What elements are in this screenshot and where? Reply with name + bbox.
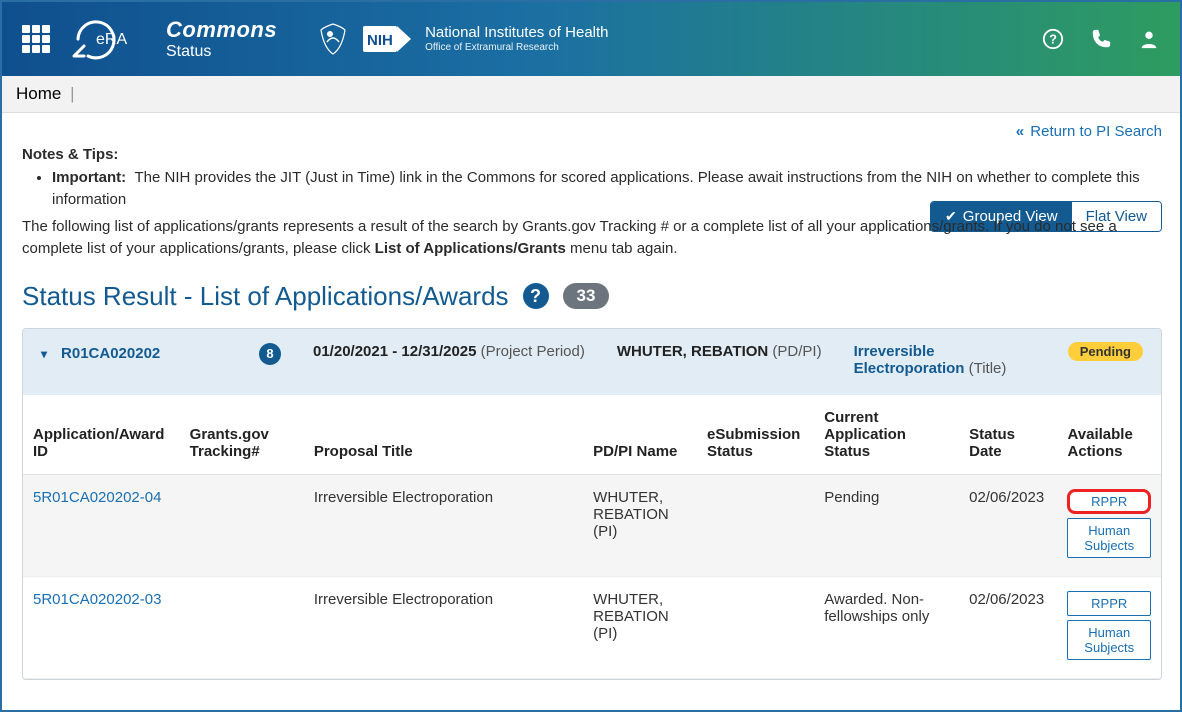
notes-para-2: menu tab again. bbox=[566, 240, 678, 257]
table-row: 5R01CA020202-04 Irreversible Electropora… bbox=[23, 474, 1161, 576]
notes-paragraph: The following list of applications/grant… bbox=[22, 216, 1162, 261]
notes-bullet-strong: Important: bbox=[52, 169, 126, 186]
breadcrumb-bar: Home | bbox=[2, 76, 1180, 113]
brand-name: Commons bbox=[166, 17, 277, 43]
hhs-icon bbox=[317, 22, 349, 56]
brand-block: Commons Status bbox=[166, 17, 277, 61]
applications-table: Application/Award ID Grants.gov Tracking… bbox=[23, 395, 1161, 679]
grant-group-header[interactable]: ▾ R01CA020202 8 01/20/2021 - 12/31/2025 … bbox=[23, 329, 1161, 395]
svg-text:?: ? bbox=[1049, 32, 1057, 47]
cell-title: Irreversible Electroporation bbox=[304, 474, 583, 576]
help-icon[interactable]: ? bbox=[1042, 28, 1064, 50]
col-date: Status Date bbox=[959, 395, 1057, 475]
chevron-left-icon: « bbox=[1016, 123, 1024, 140]
cell-esub bbox=[697, 474, 814, 576]
col-title: Proposal Title bbox=[304, 395, 583, 475]
col-tracking: Grants.gov Tracking# bbox=[180, 395, 304, 475]
action-button[interactable]: Human Subjects bbox=[1067, 620, 1151, 660]
group-pi-name: WHUTER, REBATION bbox=[617, 343, 768, 360]
cell-appstatus: Pending bbox=[814, 474, 959, 576]
hhs-nih-block: NIH National Institutes of Health Office… bbox=[317, 22, 608, 56]
app-id-link[interactable]: 5R01CA020202-03 bbox=[33, 591, 161, 608]
status-badge: Pending bbox=[1068, 342, 1143, 361]
col-app-id: Application/Award ID bbox=[23, 395, 180, 475]
brand-sub: Status bbox=[166, 43, 277, 61]
cell-appstatus: Awarded. Non-fellowships only bbox=[814, 576, 959, 678]
cell-title: Irreversible Electroporation bbox=[304, 576, 583, 678]
group-pi: WHUTER, REBATION (PD/PI) bbox=[617, 343, 822, 360]
actions-cell: RPPR Human Subjects bbox=[1067, 489, 1151, 558]
group-title: Irreversible Electroporation (Title) bbox=[854, 343, 1036, 377]
phone-icon[interactable] bbox=[1090, 28, 1112, 50]
breadcrumb-sep: | bbox=[70, 84, 74, 103]
group-period-value: 01/20/2021 - 12/31/2025 bbox=[313, 343, 476, 360]
svg-text:NIH: NIH bbox=[367, 32, 393, 49]
notes-para-bold: List of Applications/Grants bbox=[375, 240, 566, 257]
group-count-badge: 8 bbox=[259, 343, 281, 365]
action-button[interactable]: Human Subjects bbox=[1067, 518, 1151, 558]
cell-date: 02/06/2023 bbox=[959, 576, 1057, 678]
group-title-label: (Title) bbox=[969, 360, 1007, 377]
cell-tracking bbox=[180, 576, 304, 678]
actions-cell: RPPR Human Subjects bbox=[1067, 591, 1151, 660]
breadcrumb-home[interactable]: Home bbox=[16, 84, 61, 103]
chevron-down-icon: ▾ bbox=[41, 347, 47, 361]
return-link-label: Return to PI Search bbox=[1030, 123, 1162, 140]
result-count-badge: 33 bbox=[563, 283, 610, 309]
table-row: 5R01CA020202-03 Irreversible Electropora… bbox=[23, 576, 1161, 678]
apps-grid-icon[interactable] bbox=[22, 25, 50, 53]
group-period: 01/20/2021 - 12/31/2025 (Project Period) bbox=[313, 343, 585, 360]
return-to-pi-search-link[interactable]: « Return to PI Search bbox=[1016, 123, 1162, 140]
svg-text:eRA: eRA bbox=[96, 31, 127, 48]
user-icon[interactable] bbox=[1138, 28, 1160, 50]
action-button[interactable]: RPPR bbox=[1067, 591, 1151, 616]
nih-title: National Institutes of Health bbox=[425, 24, 608, 41]
col-actions: Available Actions bbox=[1057, 395, 1161, 475]
section-help-icon[interactable]: ? bbox=[523, 283, 549, 309]
group-pi-role: (PD/PI) bbox=[772, 343, 821, 360]
cell-esub bbox=[697, 576, 814, 678]
app-id-link[interactable]: 5R01CA020202-04 bbox=[33, 489, 161, 506]
cell-pi: WHUTER, REBATION (PI) bbox=[583, 576, 697, 678]
grant-group-card: ▾ R01CA020202 8 01/20/2021 - 12/31/2025 … bbox=[22, 328, 1162, 680]
section-title: Status Result - List of Applications/Awa… bbox=[22, 281, 509, 312]
group-period-label: (Project Period) bbox=[481, 343, 585, 360]
action-button[interactable]: RPPR bbox=[1067, 489, 1151, 514]
group-id: R01CA020202 bbox=[61, 345, 160, 362]
group-title-text: Irreversible Electroporation bbox=[854, 343, 965, 377]
top-bar: eRA Commons Status NIH National Institut… bbox=[2, 2, 1180, 76]
cell-tracking bbox=[180, 474, 304, 576]
notes-heading: Notes & Tips: bbox=[22, 144, 1162, 167]
col-pi: PD/PI Name bbox=[583, 395, 697, 475]
col-appstatus: Current Application Status bbox=[814, 395, 959, 475]
nih-icon: NIH bbox=[363, 24, 411, 54]
nih-sub: Office of Extramural Research bbox=[425, 42, 608, 53]
col-esub: eSubmission Status bbox=[697, 395, 814, 475]
cell-date: 02/06/2023 bbox=[959, 474, 1057, 576]
nih-text: National Institutes of Health Office of … bbox=[425, 25, 608, 53]
era-logo: eRA bbox=[70, 16, 140, 62]
group-status: Pending bbox=[1068, 343, 1143, 360]
cell-pi: WHUTER, REBATION (PI) bbox=[583, 474, 697, 576]
